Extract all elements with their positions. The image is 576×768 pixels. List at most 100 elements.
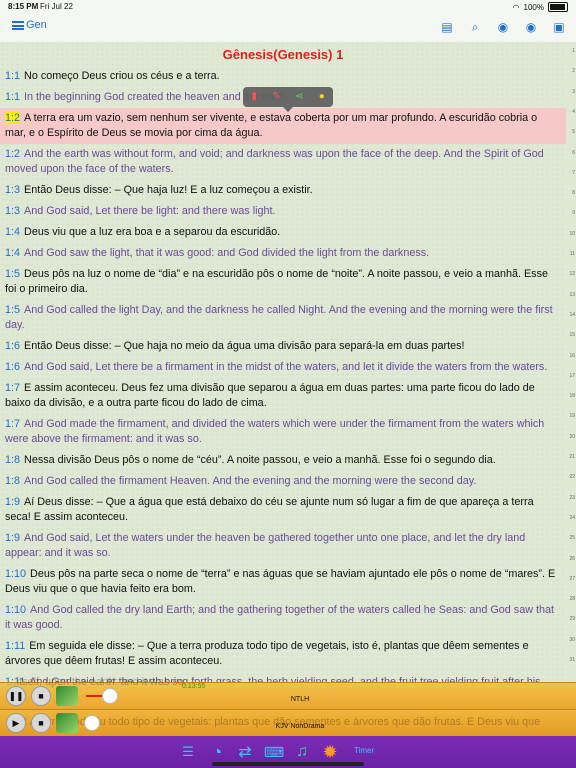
bookmark-icon[interactable]: ▮ (248, 91, 260, 103)
verse-pt[interactable]: 1:7 E assim aconteceu. Deus fez uma divis… (0, 378, 566, 414)
verse-number[interactable]: 1:8 (5, 454, 20, 466)
list-icon[interactable]: ☰ (180, 739, 196, 765)
share-icon[interactable]: ⋖ (293, 91, 305, 103)
search-icon[interactable]: ⌕ (468, 20, 482, 34)
rail-index[interactable]: 7 (572, 170, 575, 176)
rail-index[interactable]: 15 (569, 332, 575, 338)
rail-index[interactable]: 17 (569, 373, 575, 379)
verse-text: And God said, Let there be a firmament i… (24, 361, 548, 373)
timer-button[interactable]: Timer (354, 746, 374, 755)
rail-index[interactable]: 11 (570, 251, 575, 257)
rail-index[interactable]: 9 (572, 210, 575, 216)
rail-index[interactable]: 4 (572, 109, 575, 115)
stop-button-2[interactable]: ■ (31, 713, 51, 733)
verse-en[interactable]: 1:4 And God saw the light, that it was go… (0, 243, 566, 264)
rail-index[interactable]: 29 (569, 616, 575, 622)
verse-en[interactable]: 1:7 And God made the firmament, and divid… (0, 414, 566, 450)
verse-text: Nessa divisão Deus pôs o nome de “céu”. … (24, 454, 496, 466)
verse-en[interactable]: 1:2 And the earth was without form, and v… (0, 144, 566, 180)
verse-number[interactable]: 1:10 (5, 568, 26, 580)
bible-text-area[interactable]: Gênesis(Genesis) 1 1:1 No começo Deus cri… (0, 42, 566, 682)
verse-number[interactable]: 1:9 (5, 532, 20, 544)
verse-index-rail[interactable]: 1 2 3 4 5 6 7 8 9 10 11 12 13 14 15 16 17 18 19 20 21 22 23 24 2… (566, 42, 576, 682)
verse-number[interactable]: 1:9 (5, 496, 20, 508)
verse-pt[interactable]: 1:1 No começo Deus criou os céus e a terr… (0, 66, 566, 87)
verse-pt[interactable]: 1:11 Em seguida ele disse: – Que a terra … (0, 636, 566, 672)
rail-index[interactable]: 30 (569, 637, 575, 643)
pause-button[interactable]: ❚❚ (6, 686, 26, 706)
verse-number[interactable]: 1:1 (5, 70, 20, 82)
progress-slider-2[interactable] (84, 715, 100, 731)
verse-number[interactable]: 1:7 (5, 382, 20, 394)
rail-index[interactable]: 2 (572, 68, 575, 74)
rail-index[interactable]: 6 (572, 150, 575, 156)
verse-en[interactable]: 1:5 And God called the light Day, and the… (0, 300, 566, 336)
verse-pt[interactable]: 1:2 A terra era um vazio, sem nenhum ser … (0, 108, 566, 144)
rail-index[interactable]: 21 (569, 454, 575, 460)
verse-number[interactable]: 1:5 (5, 268, 20, 280)
progress-slider[interactable] (102, 688, 118, 704)
verse-number[interactable]: 1:3 (5, 184, 20, 196)
verse-en[interactable]: 1:3 And God said, Let there be light: and… (0, 201, 566, 222)
rail-index[interactable]: 31 (569, 657, 575, 663)
verse-pt[interactable]: 1:8 Nessa divisão Deus pôs o nome de “céu… (0, 450, 566, 471)
previous-chapter-icon[interactable]: ◉ (496, 20, 510, 34)
verse-en[interactable]: 1:8 And God called the firmament Heaven. … (0, 471, 566, 492)
verse-number[interactable]: 1:8 (5, 475, 20, 487)
verse-pt[interactable]: 1:9 Aí Deus disse: – Que a água que está … (0, 492, 566, 528)
verse-text: And God said, Let the waters under the h… (5, 532, 526, 559)
edit-note-icon[interactable]: ✎ (271, 91, 283, 103)
rail-index[interactable]: 26 (569, 556, 575, 562)
verse-number[interactable]: 1:2 (5, 148, 20, 160)
next-chapter-icon[interactable]: ◉ (524, 20, 538, 34)
verse-number[interactable]: 1:2 (5, 112, 21, 124)
books-icon[interactable] (56, 686, 78, 706)
verse-pt[interactable]: 1:5 Deus pôs na luz o nome de “dia” e na … (0, 264, 566, 300)
verse-number[interactable]: 1:4 (5, 247, 20, 259)
verse-number[interactable]: 1:4 (5, 226, 20, 238)
rail-index[interactable]: 25 (569, 535, 575, 541)
rail-index[interactable]: 3 (572, 89, 575, 95)
rail-index[interactable]: 12 (569, 271, 575, 277)
rail-index[interactable]: 8 (572, 190, 575, 196)
verse-text: Deus pôs na luz o nome de “dia” e na esc… (5, 268, 548, 295)
verse-pt[interactable]: 1:6 Então Deus disse: – Que haja no meio … (0, 336, 566, 357)
rail-index[interactable]: 20 (569, 434, 575, 440)
stop-button[interactable]: ■ (31, 686, 51, 706)
notes-icon[interactable]: ▤ (440, 20, 454, 34)
verse-pt[interactable]: 1:3 Então Deus disse: – Que haja luz! E a… (0, 180, 566, 201)
rail-index[interactable]: 13 (569, 292, 575, 298)
rail-index[interactable]: 10 (569, 231, 575, 237)
track-label-kjv: KJV NonDrama (275, 723, 325, 730)
rail-index[interactable]: 14 (569, 312, 575, 318)
highlight-color-icon[interactable]: ● (316, 91, 328, 103)
verse-en[interactable]: 1:6 And God said, Let there be a firmamen… (0, 357, 566, 378)
play-button[interactable]: ▶ (6, 713, 26, 733)
verse-number[interactable]: 1:10 (5, 604, 26, 616)
rail-index[interactable]: 27 (569, 576, 575, 582)
verse-number[interactable]: 1:6 (5, 340, 20, 352)
verse-text: And God called the firmament Heaven. And… (24, 475, 477, 487)
verse-pt[interactable]: 1:10 Deus pôs na parte seca o nome de “te… (0, 564, 566, 600)
rail-index[interactable]: 22 (569, 474, 575, 480)
rail-index[interactable]: 18 (569, 393, 575, 399)
rail-index[interactable]: 1 (572, 48, 575, 54)
rail-index[interactable]: 23 (569, 495, 575, 501)
rail-index[interactable]: 28 (569, 596, 575, 602)
verse-number[interactable]: 1:3 (5, 205, 20, 217)
book-menu-button[interactable]: Gen (12, 19, 47, 31)
books-icon-2[interactable] (56, 713, 78, 733)
rail-index[interactable]: 5 (572, 129, 575, 135)
verse-number[interactable]: 1:1 (5, 91, 20, 103)
verse-en[interactable]: 1:9 And God said, Let the waters under th… (0, 528, 566, 564)
verse-pt[interactable]: 1:4 Deus viu que a luz era boa e a separo… (0, 222, 566, 243)
verse-number[interactable]: 1:6 (5, 361, 20, 373)
settings-icon[interactable]: ▣ (552, 20, 566, 34)
rail-index[interactable]: 19 (569, 413, 575, 419)
verse-number[interactable]: 1:11 (5, 640, 25, 652)
verse-number[interactable]: 1:7 (5, 418, 20, 430)
verse-number[interactable]: 1:5 (5, 304, 20, 316)
rail-index[interactable]: 24 (569, 515, 575, 521)
rail-index[interactable]: 16 (569, 353, 575, 359)
verse-en[interactable]: 1:10 And God called the dry land Earth; a… (0, 600, 566, 636)
